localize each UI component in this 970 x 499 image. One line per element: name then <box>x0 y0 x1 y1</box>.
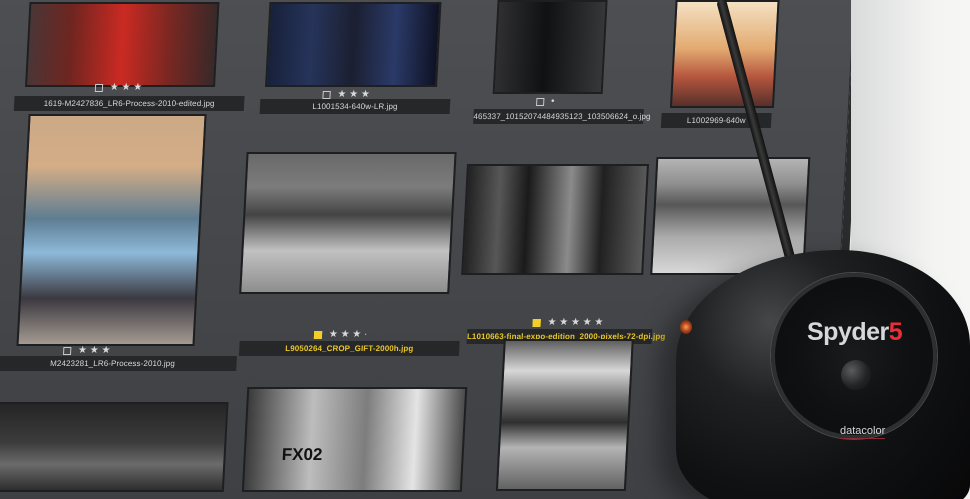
brand-number: 5 <box>888 318 903 346</box>
thumbnail-blue-room[interactable] <box>265 2 442 87</box>
rating-row-1: ★ ★ ★ <box>94 82 143 94</box>
thumbnail-tuxedo[interactable] <box>492 0 608 94</box>
thumbnail-red-dress[interactable] <box>25 2 220 87</box>
thumbnail-window-sign[interactable]: FX02 <box>241 387 468 492</box>
dot-rating: • <box>550 96 555 107</box>
flag-icon <box>322 91 331 99</box>
flag-icon <box>313 331 323 339</box>
flag-icon <box>532 319 541 327</box>
thumbnail-diner-table[interactable] <box>461 164 649 275</box>
thumbnail-old-men-walking[interactable] <box>239 152 457 294</box>
flag-icon <box>94 84 104 92</box>
photo-scene: ★ ★ ★ 1619-M2427836_LR6-Process-2010-edi… <box>0 0 970 499</box>
brand-word: Spyder <box>807 318 889 346</box>
thumbnail-man-hydrant[interactable] <box>16 114 207 346</box>
rating-row-6: ★ ★ ★ ★ ★ <box>532 317 604 329</box>
calibrator-center-dot <box>841 360 871 390</box>
caption-6: L9050264_CROP_GIFT-2000h.jpg <box>238 341 460 356</box>
star-rating: ★ ★ ★ ★ ★ <box>547 317 604 328</box>
thumbnail-trees[interactable] <box>0 402 229 492</box>
spyder-calibrator: Spyder5 datacolor <box>676 250 970 499</box>
thumbnail-city-bride[interactable] <box>495 339 634 491</box>
caption-1: 1619-M2427836_LR6-Process-2010-edited.jp… <box>13 96 245 111</box>
calibrator-sensor-ring <box>771 273 937 439</box>
star-rating: ★ ★ ★ <box>109 82 143 93</box>
datacolor-logo: datacolor <box>840 425 886 439</box>
caption-2: L1001534-640w-LR.jpg <box>259 99 451 114</box>
spyder-brand: Spyder5 <box>807 318 903 347</box>
rating-row-5: ★ ★ ★ · <box>313 329 368 341</box>
flag-icon <box>536 98 545 106</box>
flag-icon <box>62 347 72 355</box>
caption-5: M2423281_LR6-Process-2010.jpg <box>0 356 237 371</box>
calibrator-light-icon <box>680 320 692 334</box>
star-rating: ★ ★ ★ · <box>328 329 368 340</box>
caption-3: 465337_10152074484935123_103506624_o.jpg <box>473 109 651 124</box>
sign-text: FX02 <box>281 445 323 464</box>
rating-row-3: • <box>536 96 555 108</box>
star-rating: ★ ★ ★ <box>77 345 111 356</box>
